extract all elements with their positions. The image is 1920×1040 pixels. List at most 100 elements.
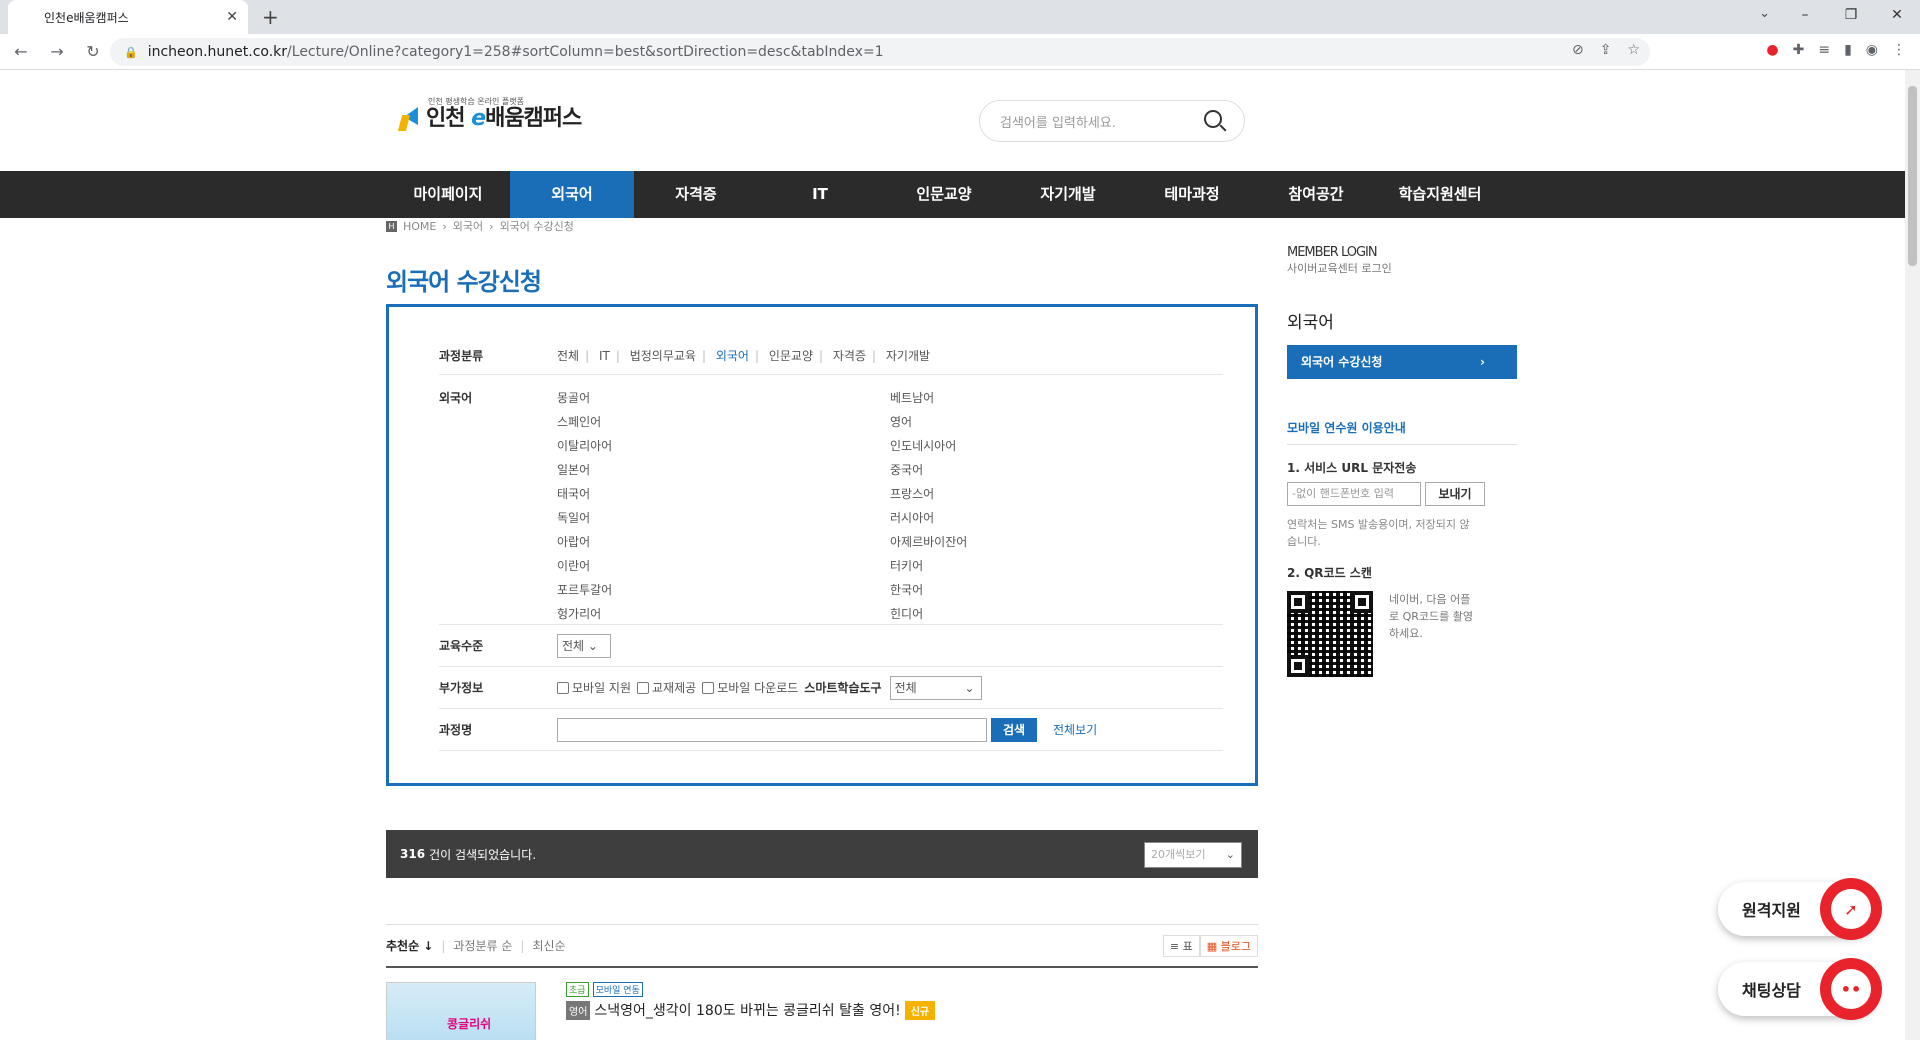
category-it[interactable]: IT: [599, 349, 610, 363]
puzzle-icon[interactable]: ✚: [1793, 42, 1805, 58]
language-item[interactable]: 포르투갈어: [557, 581, 890, 605]
member-login-title[interactable]: MEMBER LOGIN: [1287, 245, 1517, 260]
language-item[interactable]: 독일어: [557, 509, 890, 533]
per-page-select[interactable]: 20개씩보기 ⌄: [1144, 842, 1242, 868]
language-item[interactable]: 아제르바이잔어: [890, 533, 1090, 557]
mobile-download-checkbox[interactable]: 모바일 다운로드: [702, 679, 798, 696]
language-item[interactable]: 인도네시아어: [890, 437, 1090, 461]
nav-item-certificate[interactable]: 자격증: [634, 171, 758, 218]
breadcrumb-language[interactable]: 외국어: [453, 218, 483, 234]
view-all-link[interactable]: 전체보기: [1053, 721, 1097, 738]
browser-tab[interactable]: 인천e배움캠퍼스 ✕: [8, 0, 248, 34]
language-item[interactable]: 이탈리아어: [557, 437, 890, 461]
textbook-checkbox[interactable]: 교재제공: [637, 679, 696, 696]
view-blog-button[interactable]: ▦ 블로그: [1199, 935, 1258, 957]
language-item[interactable]: 프랑스어: [890, 485, 1090, 509]
language-item[interactable]: 일본어: [557, 461, 890, 485]
mobile-guide-title: 모바일 연수원 이용안내: [1287, 419, 1517, 445]
language-item[interactable]: 아랍어: [557, 533, 890, 557]
reload-icon[interactable]: ↻: [78, 42, 108, 61]
phone-input[interactable]: -없이 핸드폰번호 입력: [1287, 482, 1421, 506]
language-list: 몽골어 베트남어 스페인어 영어 이탈리아어 인도네시아어 일본어 중국어 태국…: [557, 389, 1090, 624]
reading-list-icon[interactable]: ≡: [1818, 42, 1830, 58]
scrollbar-thumb[interactable]: [1908, 86, 1917, 266]
window-close-icon[interactable]: ✕: [1874, 0, 1920, 34]
side-menu-enroll[interactable]: 외국어 수강신청 ›: [1287, 345, 1517, 379]
forward-icon[interactable]: →: [42, 42, 72, 61]
nav-item-mypage[interactable]: 마이페이지: [386, 171, 510, 218]
chevron-right-icon: ›: [1480, 355, 1485, 369]
level-select[interactable]: 전체 ⌄: [557, 633, 611, 658]
step2-title: 2. QR코드 스캔: [1287, 566, 1372, 580]
language-item[interactable]: 헝가리어: [557, 605, 890, 629]
language-item[interactable]: 중국어: [890, 461, 1090, 485]
course-item[interactable]: 콩글리쉬 초급 모바일 연동 영어 스낵영어_생각이 180도 바뀌는 콩글리쉬…: [386, 982, 1258, 1040]
mobile-support-checkbox[interactable]: 모바일 지원: [557, 679, 631, 696]
course-title-text[interactable]: 스낵영어_생각이 180도 바뀌는 콩글리쉬 탈출 영어!: [594, 1000, 900, 1020]
language-item[interactable]: 몽골어: [557, 389, 890, 413]
category-humanities[interactable]: 인문교양: [769, 349, 813, 363]
category-language[interactable]: 외국어: [716, 349, 749, 363]
omnibox-icons: ⊘ ⇪ ☆: [1572, 42, 1640, 58]
search-button[interactable]: 검색: [991, 717, 1037, 742]
language-item[interactable]: 영어: [890, 413, 1090, 437]
bookmark-star-icon[interactable]: ☆: [1627, 42, 1640, 58]
category-self-dev[interactable]: 자기개발: [886, 349, 930, 363]
side-section-title: 외국어: [1287, 313, 1334, 333]
menu-dots-icon[interactable]: ⋮: [1892, 42, 1906, 58]
category-legal[interactable]: 법정의무교육: [630, 349, 696, 363]
nav-item-humanities[interactable]: 인문교양: [882, 171, 1006, 218]
chat-consult-button[interactable]: 채팅상담 ••: [1718, 958, 1882, 1020]
category-certificate[interactable]: 자격증: [833, 349, 866, 363]
search-icon[interactable]: [1204, 110, 1222, 128]
sort-latest[interactable]: 최신순: [532, 937, 565, 954]
language-item[interactable]: 스페인어: [557, 413, 890, 437]
chat-bubble-icon: ••: [1820, 958, 1882, 1020]
logo-mark-icon: [386, 101, 420, 131]
nav-item-language[interactable]: 외국어: [510, 171, 634, 218]
page-scrollbar[interactable]: [1905, 70, 1920, 1040]
site-search-input[interactable]: 검색어를 입력하세요.: [979, 100, 1245, 142]
back-icon[interactable]: ←: [6, 42, 36, 61]
language-item[interactable]: 한국어: [890, 581, 1090, 605]
sort-category[interactable]: 과정분류 순: [453, 937, 512, 954]
nav-item-theme[interactable]: 테마과정: [1130, 171, 1254, 218]
send-button[interactable]: 보내기: [1425, 482, 1485, 506]
site-logo[interactable]: 인천 평생학습 온라인 플랫폼 인천 e배움캠퍼스: [386, 97, 582, 132]
nav-item-it[interactable]: IT: [758, 171, 882, 218]
language-item[interactable]: 베트남어: [890, 389, 1090, 413]
view-list-button[interactable]: ≡ 표: [1162, 935, 1200, 957]
new-tab-icon[interactable]: +: [262, 5, 279, 29]
course-title[interactable]: 영어 스낵영어_생각이 180도 바뀌는 콩글리쉬 탈출 영어! 신규: [566, 1000, 936, 1020]
category-all[interactable]: 전체: [557, 349, 579, 363]
language-item[interactable]: 힌디어: [890, 605, 1090, 629]
restore-icon[interactable]: ❐: [1828, 0, 1874, 34]
window-controls: – ❐ ✕: [1782, 0, 1920, 34]
share-icon[interactable]: ⇪: [1600, 42, 1612, 58]
profile-icon[interactable]: ◉: [1866, 42, 1878, 58]
sort-recommended[interactable]: 추천순 ↓: [386, 937, 433, 954]
course-thumbnail[interactable]: 콩글리쉬: [386, 982, 536, 1040]
extension-record-icon[interactable]: ●: [1766, 42, 1778, 58]
nav-item-self-dev[interactable]: 자기개발: [1006, 171, 1130, 218]
minimize-icon[interactable]: –: [1782, 0, 1828, 34]
side-panel-icon[interactable]: ▮: [1844, 42, 1852, 58]
tab-close-icon[interactable]: ✕: [226, 9, 238, 25]
nav-item-community[interactable]: 참여공간: [1254, 171, 1378, 218]
nav-item-support[interactable]: 학습지원센터: [1378, 171, 1502, 218]
browser-tabbar: 인천e배움캠퍼스 ✕ + ⌄ – ❐ ✕: [0, 0, 1920, 34]
eye-off-icon[interactable]: ⊘: [1572, 42, 1584, 58]
filter-box: 과정분류 전체 | IT | 법정의무교육 | 외국어 | 인문교양 | 자격증 | 자기개…: [386, 304, 1258, 786]
remote-support-button[interactable]: 원격지원 ➚: [1718, 878, 1882, 940]
tab-search-icon[interactable]: ⌄: [1759, 6, 1770, 21]
step1-title: 1. 서비스 URL 문자전송: [1287, 461, 1417, 475]
language-item[interactable]: 터키어: [890, 557, 1090, 581]
smart-tool-select[interactable]: 전체 ⌄: [889, 675, 982, 700]
language-item[interactable]: 이란어: [557, 557, 890, 581]
language-item[interactable]: 러시아어: [890, 509, 1090, 533]
address-bar[interactable]: 🔒 incheon.hunet.co.kr/Lecture/Online?cat…: [110, 38, 1650, 66]
level-label: 교육수준: [439, 639, 484, 653]
course-name-input[interactable]: [557, 717, 987, 742]
language-item[interactable]: 태국어: [557, 485, 890, 509]
breadcrumb-home[interactable]: HOME: [403, 220, 436, 233]
